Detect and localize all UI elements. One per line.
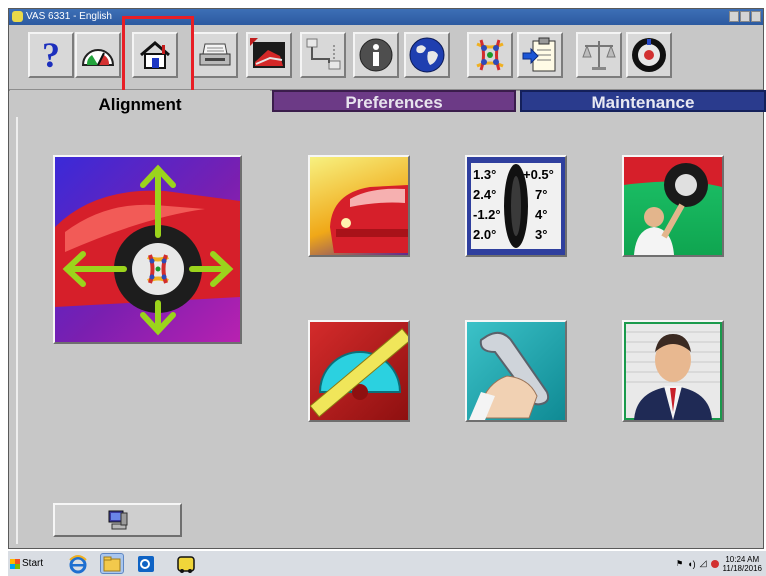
network-tray-icon[interactable]: ◿: [700, 558, 707, 569]
print-button[interactable]: [192, 32, 238, 78]
alignment-logo-icon: [476, 39, 504, 71]
alignment-specs-icon: 1.3° 2.4° -1.2° 2.0° + 0.5° 7° 4° 3°: [471, 163, 561, 249]
tire-graphic-icon: [504, 164, 528, 248]
tab-alignment[interactable]: Alignment: [10, 90, 270, 118]
outlook-icon: [138, 555, 154, 572]
spec-value-right: 4°: [535, 207, 548, 222]
wrench-tile[interactable]: [465, 320, 567, 422]
ie-icon: [69, 554, 87, 573]
technician-tire-tile[interactable]: [622, 155, 724, 257]
clipboard-export-icon: [522, 37, 556, 72]
taskbar-ie[interactable]: [66, 553, 90, 574]
taskbar-outlook[interactable]: [134, 553, 158, 574]
home-button[interactable]: [132, 32, 178, 78]
clock-date: 11/18/2016: [722, 563, 762, 573]
printer-icon: [199, 43, 231, 66]
customer-profile-icon: [624, 322, 722, 420]
window-title: VAS 6331 - English: [26, 11, 112, 22]
minimize-button[interactable]: [729, 11, 739, 22]
wheel-alignment-tile[interactable]: [53, 155, 242, 344]
spec-value: 1.3°: [473, 167, 497, 182]
help-button[interactable]: ?: [28, 32, 74, 78]
tab-bar: Alignment Preferences Maintenance: [8, 90, 766, 118]
screen-button[interactable]: [246, 32, 292, 78]
car-front-icon: [330, 185, 408, 253]
protractor-tile[interactable]: [308, 320, 410, 422]
maximize-button[interactable]: [740, 11, 750, 22]
info-button[interactable]: [353, 32, 399, 78]
globe-button[interactable]: [404, 32, 450, 78]
network-icon: [306, 38, 341, 70]
computer-button[interactable]: [53, 503, 182, 537]
system-tray: ⚑ ◖) ◿ 10:24 AM 11/18/2016: [676, 552, 762, 575]
start-label: Start: [22, 558, 44, 569]
wheel-button[interactable]: [626, 32, 672, 78]
tab-preferences[interactable]: Preferences: [272, 90, 516, 112]
volume-icon[interactable]: ◖): [687, 559, 695, 569]
tab-maintenance[interactable]: Maintenance: [520, 90, 766, 112]
car-front-tile[interactable]: [308, 155, 410, 257]
clock-time: 10:24 AM: [725, 554, 760, 564]
clock[interactable]: 10:24 AM 11/18/2016: [723, 555, 762, 573]
alignment-specs-tile[interactable]: 1.3° 2.4° -1.2° 2.0° + 0.5° 7° 4° 3°: [465, 155, 567, 257]
alert-tray-icon[interactable]: [710, 559, 719, 568]
taskbar: Start ⚑ ◖) ◿ 10:24 AM 11/18/2016: [8, 550, 766, 576]
flag-icon[interactable]: ⚑: [676, 559, 683, 568]
close-button[interactable]: [751, 11, 761, 22]
gauge-button[interactable]: [75, 32, 121, 78]
question-mark-icon: ?: [42, 35, 60, 75]
info-icon: [359, 38, 393, 72]
explorer-icon: [103, 556, 121, 571]
network-button[interactable]: [300, 32, 346, 78]
home-icon: [140, 41, 170, 69]
spec-value: 2.0°: [473, 227, 497, 242]
scale-icon: [582, 41, 616, 70]
globe-icon: [409, 37, 445, 73]
spec-value: -1.2°: [473, 207, 501, 222]
toolbar: ?: [9, 25, 763, 91]
export-button[interactable]: [517, 32, 563, 78]
technician-tire-icon: [624, 157, 722, 255]
start-button[interactable]: Start: [10, 554, 52, 573]
vas-app-icon: [177, 555, 195, 573]
scale-button[interactable]: [576, 32, 622, 78]
customer-profile-tile[interactable]: [622, 320, 724, 422]
spec-value: 0.5°: [530, 167, 554, 182]
monitor-icon: [250, 38, 285, 68]
app-logo-icon: [12, 11, 23, 22]
wrench-hand-icon: [469, 331, 550, 420]
wheel-icon: [632, 38, 666, 72]
protractor-icon: [310, 328, 408, 418]
car-wheel-alignment-icon: [55, 164, 240, 336]
alignment-button[interactable]: [467, 32, 513, 78]
taskbar-vas-app[interactable]: [174, 553, 198, 574]
title-bar: VAS 6331 - English: [9, 9, 763, 25]
gauge-icon: [81, 49, 115, 66]
windows-logo-icon: [10, 558, 20, 569]
spec-value-right: 7°: [535, 187, 548, 202]
taskbar-explorer[interactable]: [100, 553, 124, 574]
spec-value-right: 3°: [535, 227, 548, 242]
computer-icon: [108, 510, 127, 530]
window-controls: [729, 11, 761, 22]
spec-value: 2.4°: [473, 187, 497, 202]
